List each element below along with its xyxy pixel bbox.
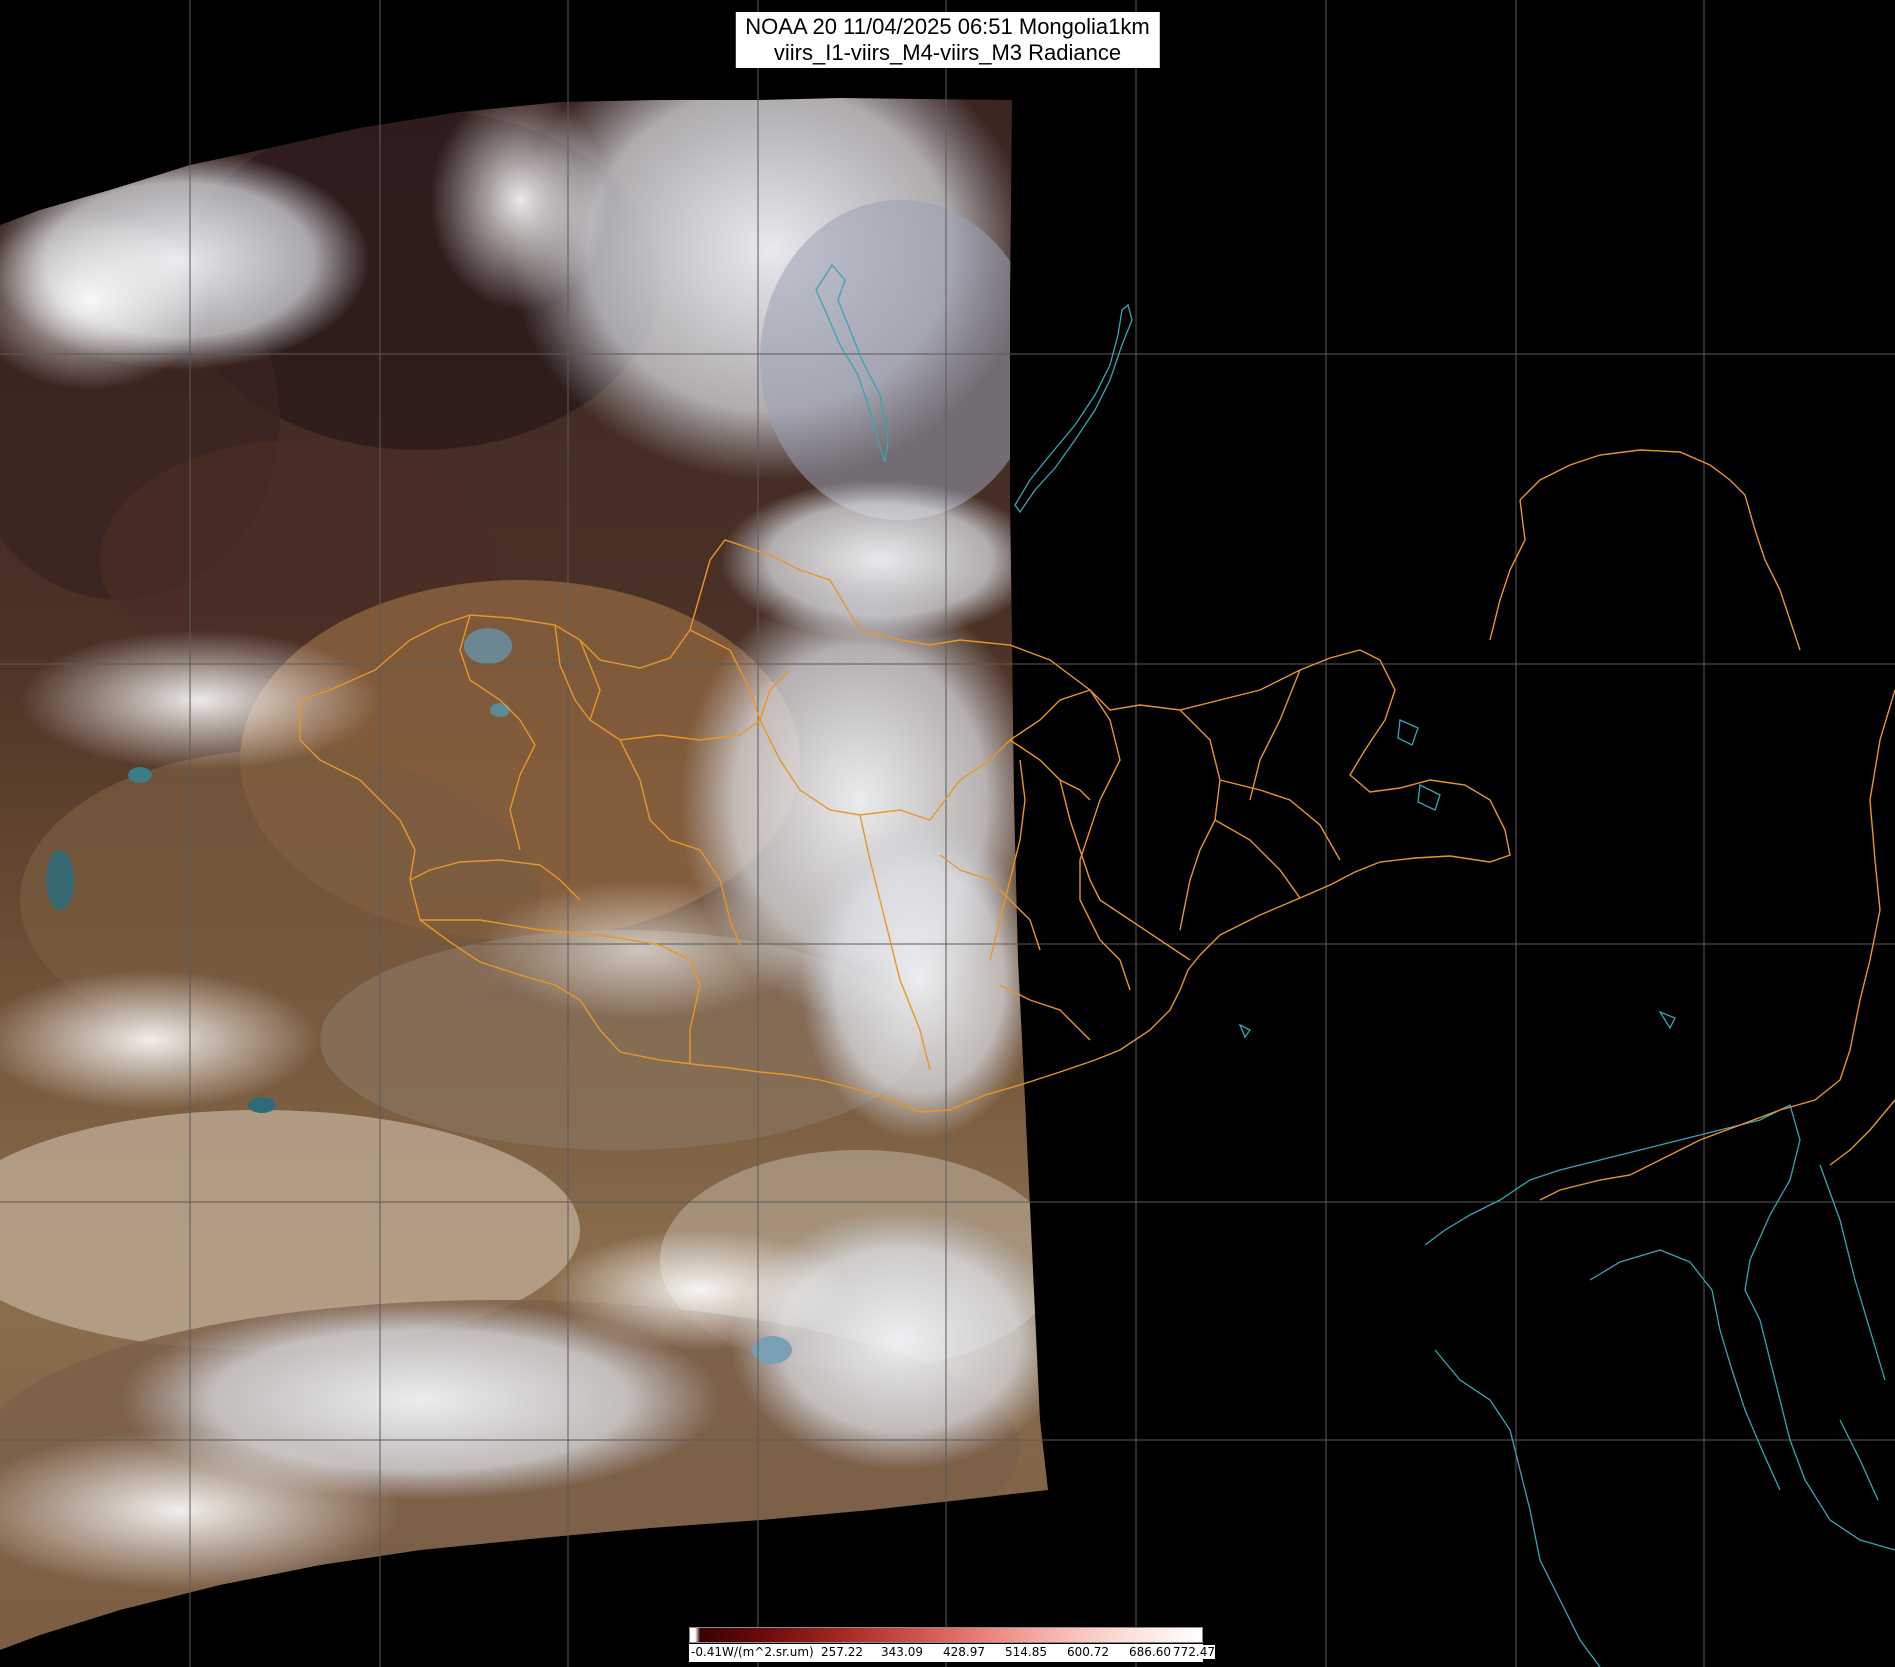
colorbar-legend: -0.41W/(m^2.sr.um) 257.22 343.09 428.97 …	[689, 1627, 1215, 1663]
colorbar-label: 514.85	[1005, 1645, 1047, 1659]
title-line-2: viirs_I1-viirs_M4-viirs_M3 Radiance	[773, 40, 1122, 65]
colorbar-label: -0.41W/(m^2.sr.um)	[691, 1645, 814, 1659]
colorbar-label: 343.09	[881, 1645, 923, 1659]
colorbar-label: 600.72	[1067, 1645, 1109, 1659]
satellite-map	[0, 0, 1895, 1667]
colorbar-label: 428.97	[943, 1645, 985, 1659]
colorbar-label: 772.47	[1173, 1645, 1215, 1659]
colorbar-labels: -0.41W/(m^2.sr.um) 257.22 343.09 428.97 …	[689, 1644, 1215, 1662]
colorbar-label: 686.60	[1129, 1645, 1171, 1659]
satellite-swath	[0, 98, 1048, 1650]
title-line-1: NOAA 20 11/04/2025 06:51 Mongolia1km	[745, 14, 1150, 39]
map-title: NOAA 20 11/04/2025 06:51 Mongolia1km vii…	[735, 12, 1160, 68]
colorbar-label: 257.22	[821, 1645, 863, 1659]
colorbar-gradient	[689, 1627, 1203, 1643]
